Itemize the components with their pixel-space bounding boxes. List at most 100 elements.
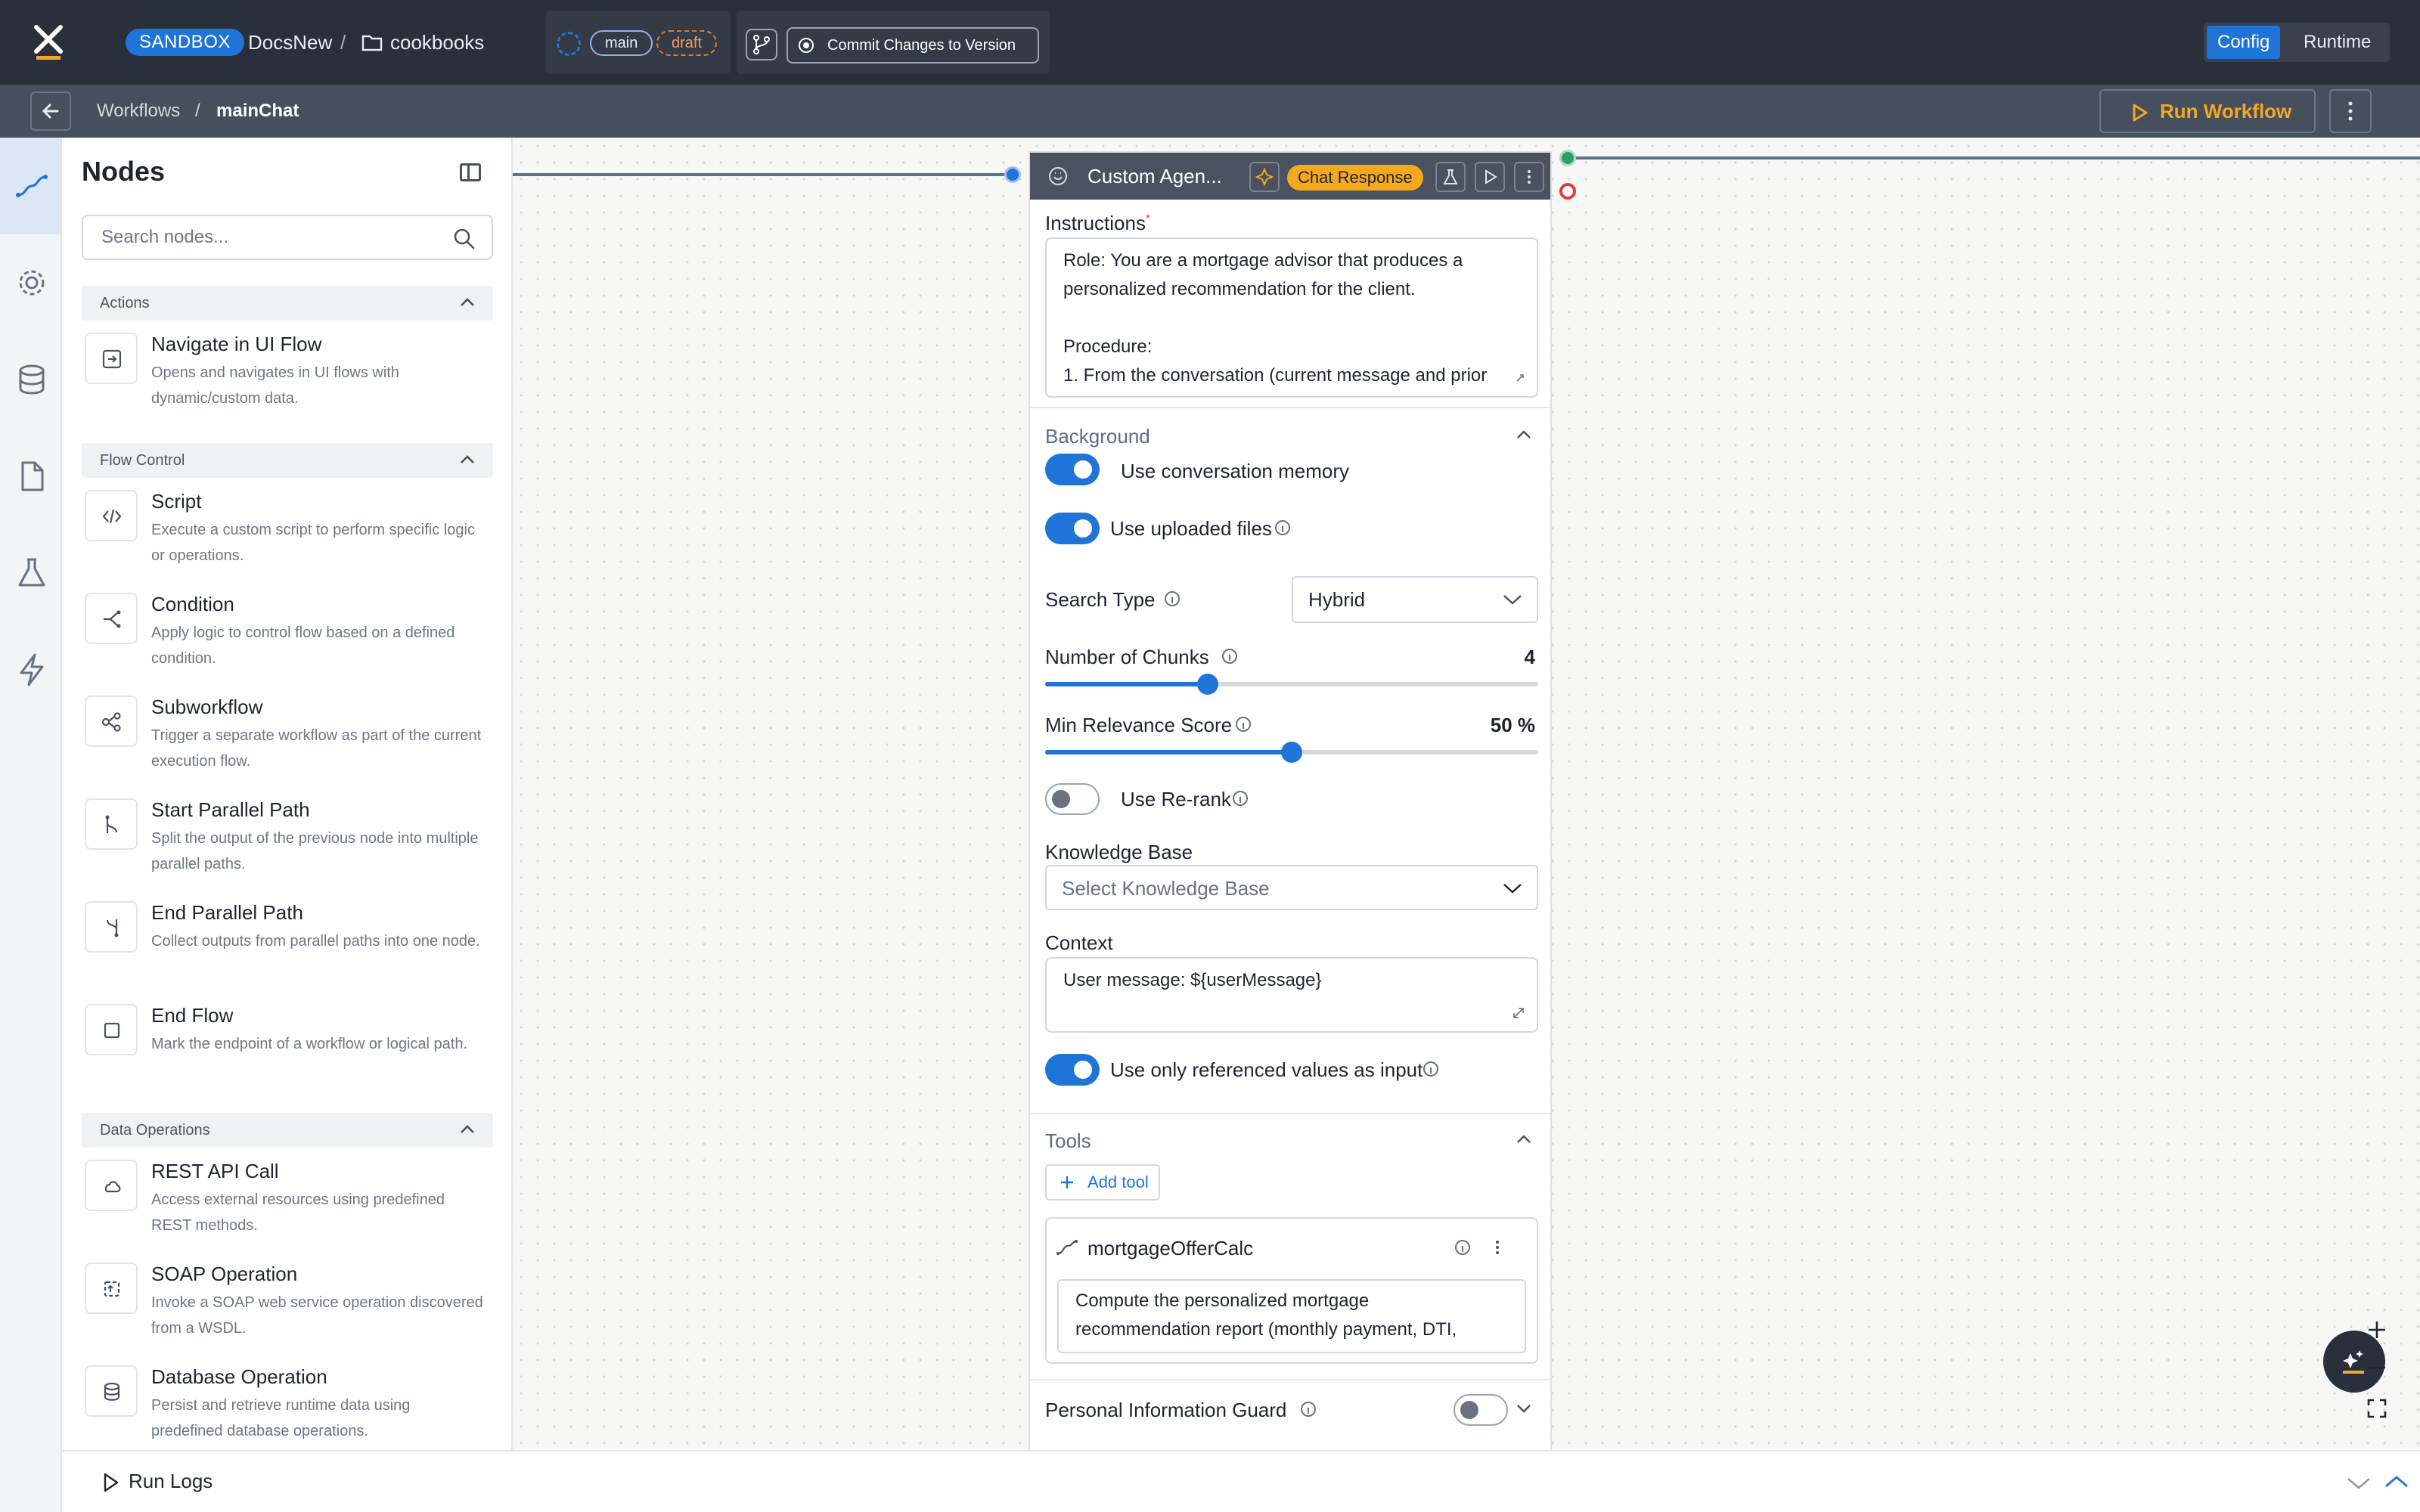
info-icon[interactable] — [1165, 591, 1180, 606]
memory-label: Use conversation memory — [1121, 460, 1349, 482]
background-section-title[interactable]: Background — [1045, 425, 1150, 448]
kb-select[interactable]: Select Knowledge Base — [1045, 865, 1538, 910]
more-menu-button[interactable] — [2329, 89, 2372, 133]
rail-testing[interactable] — [0, 525, 62, 621]
edge-out — [1567, 156, 2420, 160]
rail-database[interactable] — [0, 331, 62, 428]
section-flow-control[interactable]: Flow Control — [82, 443, 493, 478]
node-item-condition[interactable]: Condition Apply logic to control flow ba… — [85, 593, 493, 691]
run-logs-bar[interactable]: Run Logs — [62, 1450, 2420, 1512]
commit-button[interactable]: Commit Changes to Version — [786, 27, 1039, 64]
only-referenced-toggle[interactable] — [1045, 1054, 1100, 1086]
memory-toggle[interactable] — [1045, 454, 1100, 485]
kebab-icon — [2348, 101, 2353, 121]
rail-documents[interactable] — [0, 428, 62, 525]
zoom-in-icon[interactable] — [2366, 1318, 2388, 1341]
play-icon — [104, 1473, 119, 1492]
node-item-navigate[interactable]: Navigate in UI Flow Opens and navigates … — [85, 333, 493, 431]
node-menu-button[interactable] — [1514, 162, 1544, 192]
context-textarea[interactable]: User message: ${userMessage} — [1045, 957, 1538, 1033]
add-tool-button[interactable]: Add tool — [1045, 1164, 1160, 1201]
split-icon — [85, 798, 138, 850]
relevance-slider[interactable] — [1045, 742, 1538, 763]
instructions-line — [1063, 304, 1520, 333]
node-name: Subworkflow — [151, 696, 263, 718]
rail-triggers[interactable] — [0, 621, 62, 718]
breadcrumb-workflows[interactable]: Workflows — [97, 100, 180, 122]
section-title: Data Operations — [100, 1122, 210, 1139]
instructions-textarea[interactable]: Role: You are a mortgage advisor that pr… — [1045, 237, 1538, 398]
git-branch-button[interactable] — [746, 29, 777, 60]
info-icon[interactable] — [1236, 717, 1251, 732]
tool-name[interactable]: mortgageOfferCalc — [1087, 1237, 1253, 1260]
node-item-script[interactable]: Script Execute a custom script to perfor… — [85, 490, 493, 588]
branch-pill[interactable]: main — [590, 30, 653, 56]
back-button[interactable] — [30, 91, 71, 131]
node-item-start-parallel[interactable]: Start Parallel Path Split the output of … — [85, 798, 493, 897]
node-item-database[interactable]: Database Operation Persist and retrieve … — [85, 1365, 493, 1450]
files-toggle[interactable] — [1045, 513, 1100, 544]
run-node-button[interactable] — [1475, 162, 1505, 192]
input-port[interactable] — [1004, 166, 1021, 183]
slider-handle[interactable] — [1197, 674, 1219, 695]
ai-button[interactable] — [1249, 162, 1280, 192]
app-logo[interactable] — [33, 24, 64, 62]
zoom-out-icon[interactable] — [2366, 1356, 2388, 1379]
rail-settings[interactable] — [0, 234, 62, 331]
code-icon — [85, 490, 138, 541]
success-port[interactable] — [1559, 150, 1576, 166]
info-icon[interactable] — [1301, 1402, 1316, 1417]
nodes-panel: Nodes Search nodes... Actions Navigate i… — [62, 138, 513, 1450]
folder-name[interactable]: cookbooks — [390, 27, 484, 57]
section-actions[interactable]: Actions — [82, 286, 493, 321]
pii-toggle[interactable] — [1454, 1394, 1508, 1426]
node-desc: Mark the endpoint of a workflow or logic… — [151, 1036, 467, 1052]
chat-response-badge[interactable]: Chat Response — [1287, 165, 1423, 191]
test-button[interactable] — [1435, 162, 1466, 192]
context-label: Context — [1045, 931, 1113, 954]
info-icon[interactable] — [1222, 649, 1237, 664]
kebab-icon — [1528, 170, 1531, 184]
info-icon[interactable] — [1455, 1240, 1470, 1255]
rerank-toggle[interactable] — [1045, 783, 1100, 815]
info-icon[interactable] — [1233, 791, 1248, 806]
section-data-operations[interactable]: Data Operations — [82, 1113, 493, 1148]
node-title[interactable]: Custom Agen... — [1087, 165, 1222, 188]
node-item-end-parallel[interactable]: End Parallel Path Collect outputs from p… — [85, 901, 493, 999]
collapse-panel-icon[interactable] — [460, 163, 481, 181]
node-item-rest[interactable]: REST API Call Access external resources … — [85, 1160, 493, 1258]
error-port[interactable] — [1559, 183, 1576, 200]
node-name: Condition — [151, 593, 234, 615]
rail-workflows[interactable] — [0, 138, 62, 234]
search-input[interactable]: Search nodes... — [82, 215, 493, 260]
info-icon[interactable] — [1275, 520, 1290, 535]
search-type-select[interactable]: Hybrid — [1292, 576, 1538, 623]
run-workflow-button[interactable]: Run Workflow — [2099, 89, 2316, 133]
node-item-end-flow[interactable]: End Flow Mark the endpoint of a workflow… — [85, 1004, 493, 1102]
node-item-soap[interactable]: SOAP Operation Invoke a SOAP web service… — [85, 1263, 493, 1361]
breadcrumb-separator: / — [195, 101, 200, 121]
project-name[interactable]: DocsNew — [248, 27, 332, 57]
tools-section-title[interactable]: Tools — [1045, 1129, 1091, 1153]
slider-handle[interactable] — [1281, 742, 1302, 763]
chunks-slider[interactable] — [1045, 674, 1538, 695]
info-icon[interactable] — [1423, 1061, 1438, 1077]
instructions-line: 1. From the conversation (current messag… — [1063, 365, 1488, 386]
play-icon — [2133, 104, 2148, 122]
version-box: Commit Changes to Version — [737, 11, 1050, 74]
mode-config[interactable]: Config — [2207, 26, 2281, 59]
chevron-down-icon[interactable] — [2346, 1476, 2372, 1491]
relevance-value: 50 % — [1490, 714, 1535, 736]
relevance-label: Min Relevance Score — [1045, 714, 1233, 736]
soap-icon — [85, 1263, 138, 1314]
chevron-up-icon[interactable] — [2384, 1474, 2409, 1489]
search-placeholder: Search nodes... — [101, 227, 229, 247]
mode-runtime[interactable]: Runtime — [2293, 26, 2381, 59]
tool-description[interactable]: Compute the personalized mortgage recomm… — [1057, 1279, 1526, 1353]
sparkle-icon — [1255, 167, 1274, 187]
fit-view-icon[interactable] — [2366, 1397, 2388, 1420]
required-mark: * — [1145, 212, 1151, 226]
instructions-label: Instructions* — [1045, 212, 1150, 235]
node-item-subworkflow[interactable]: Subworkflow Trigger a separate workflow … — [85, 696, 493, 794]
search-type-value: Hybrid — [1308, 588, 1366, 611]
